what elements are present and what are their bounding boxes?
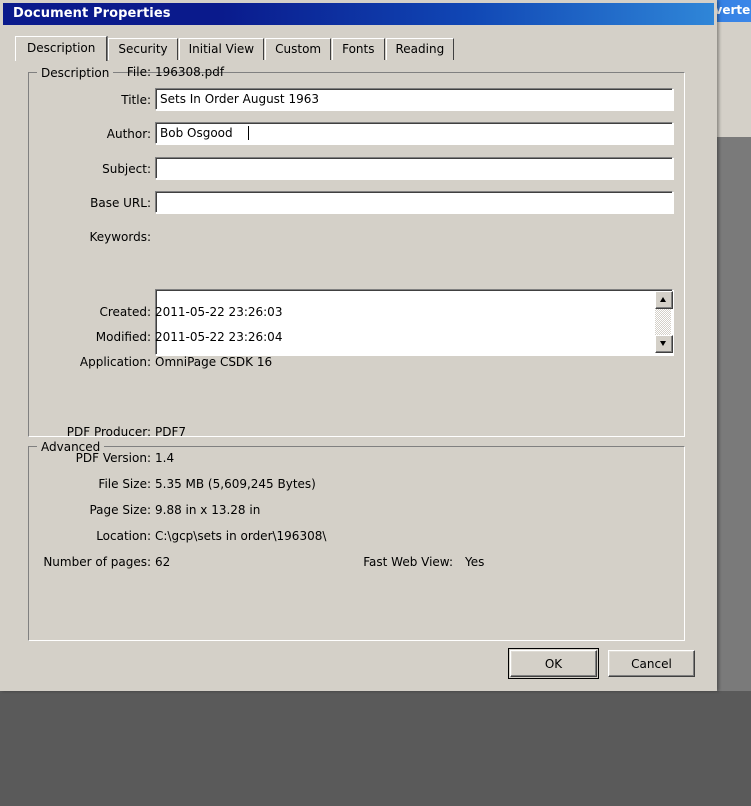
location-value: C:\gcp\sets in order\196308\ [155, 529, 327, 543]
page-size-value: 9.88 in x 13.28 in [155, 503, 261, 517]
file-value: 196308.pdf [155, 65, 225, 79]
cancel-button[interactable]: Cancel [608, 650, 695, 677]
base-url-input[interactable] [155, 191, 673, 213]
tab-initial-view[interactable]: Initial View [178, 38, 265, 60]
dialog-title: Document Properties [13, 6, 171, 21]
keywords-label: Keywords: [89, 230, 151, 244]
author-label: Author: [106, 127, 151, 141]
scroll-up-button[interactable] [655, 291, 673, 309]
pdf-version-value: 1.4 [155, 451, 175, 465]
dialog-body: Description Security Initial View Custom… [3, 25, 714, 688]
document-properties-dialog: Document Properties Description Security… [0, 0, 717, 691]
chevron-down-icon [660, 341, 666, 346]
modified-label: Modified: [95, 330, 151, 344]
created-label: Created: [99, 305, 151, 319]
application-value: OmniPage CSDK 16 [155, 355, 273, 369]
number-of-pages-label: Number of pages: [43, 555, 151, 569]
tabstrip: Description Security Initial View Custom… [15, 36, 455, 61]
file-label: File: [126, 65, 151, 79]
author-input[interactable]: Bob Osgood [155, 122, 673, 144]
title-input[interactable]: Sets In Order August 1963 [155, 88, 673, 110]
location-label: Location: [96, 529, 151, 543]
page-size-label: Page Size: [89, 503, 151, 517]
pdf-producer-value: PDF7 [155, 425, 187, 439]
keywords-textarea[interactable] [155, 289, 673, 355]
subject-label: Subject: [102, 162, 151, 176]
title-input-value: Sets In Order August 1963 [160, 92, 319, 106]
pdf-version-label: PDF Version: [75, 451, 151, 465]
tab-description[interactable]: Description [15, 36, 108, 61]
fast-web-view-value: Yes [465, 555, 485, 569]
number-of-pages-value: 62 [155, 555, 171, 569]
application-label: Application: [79, 355, 151, 369]
pdf-producer-label: PDF Producer: [66, 425, 151, 439]
tab-fonts[interactable]: Fonts [332, 38, 385, 60]
tab-custom[interactable]: Custom [265, 38, 332, 60]
ok-button[interactable]: OK [508, 648, 599, 679]
chevron-up-icon [660, 297, 666, 302]
keywords-scrollbar[interactable] [655, 291, 673, 353]
created-value: 2011-05-22 23:26:03 [155, 305, 283, 319]
subject-input[interactable] [155, 157, 673, 179]
text-caret [248, 126, 249, 140]
file-size-label: File Size: [98, 477, 151, 491]
title-label: Title: [121, 93, 151, 107]
dialog-titlebar[interactable]: Document Properties [3, 3, 714, 25]
modified-value: 2011-05-22 23:26:04 [155, 330, 283, 344]
scroll-down-button[interactable] [655, 335, 673, 353]
fast-web-view-label: Fast Web View: [363, 555, 453, 569]
base-url-label: Base URL: [90, 196, 151, 210]
tab-reading[interactable]: Reading [385, 38, 455, 60]
advanced-group: Advanced [28, 440, 685, 641]
tab-security[interactable]: Security [108, 38, 178, 60]
author-input-value: Bob Osgood [160, 126, 233, 140]
file-size-value: 5.35 MB (5,609,245 Bytes) [155, 477, 316, 491]
